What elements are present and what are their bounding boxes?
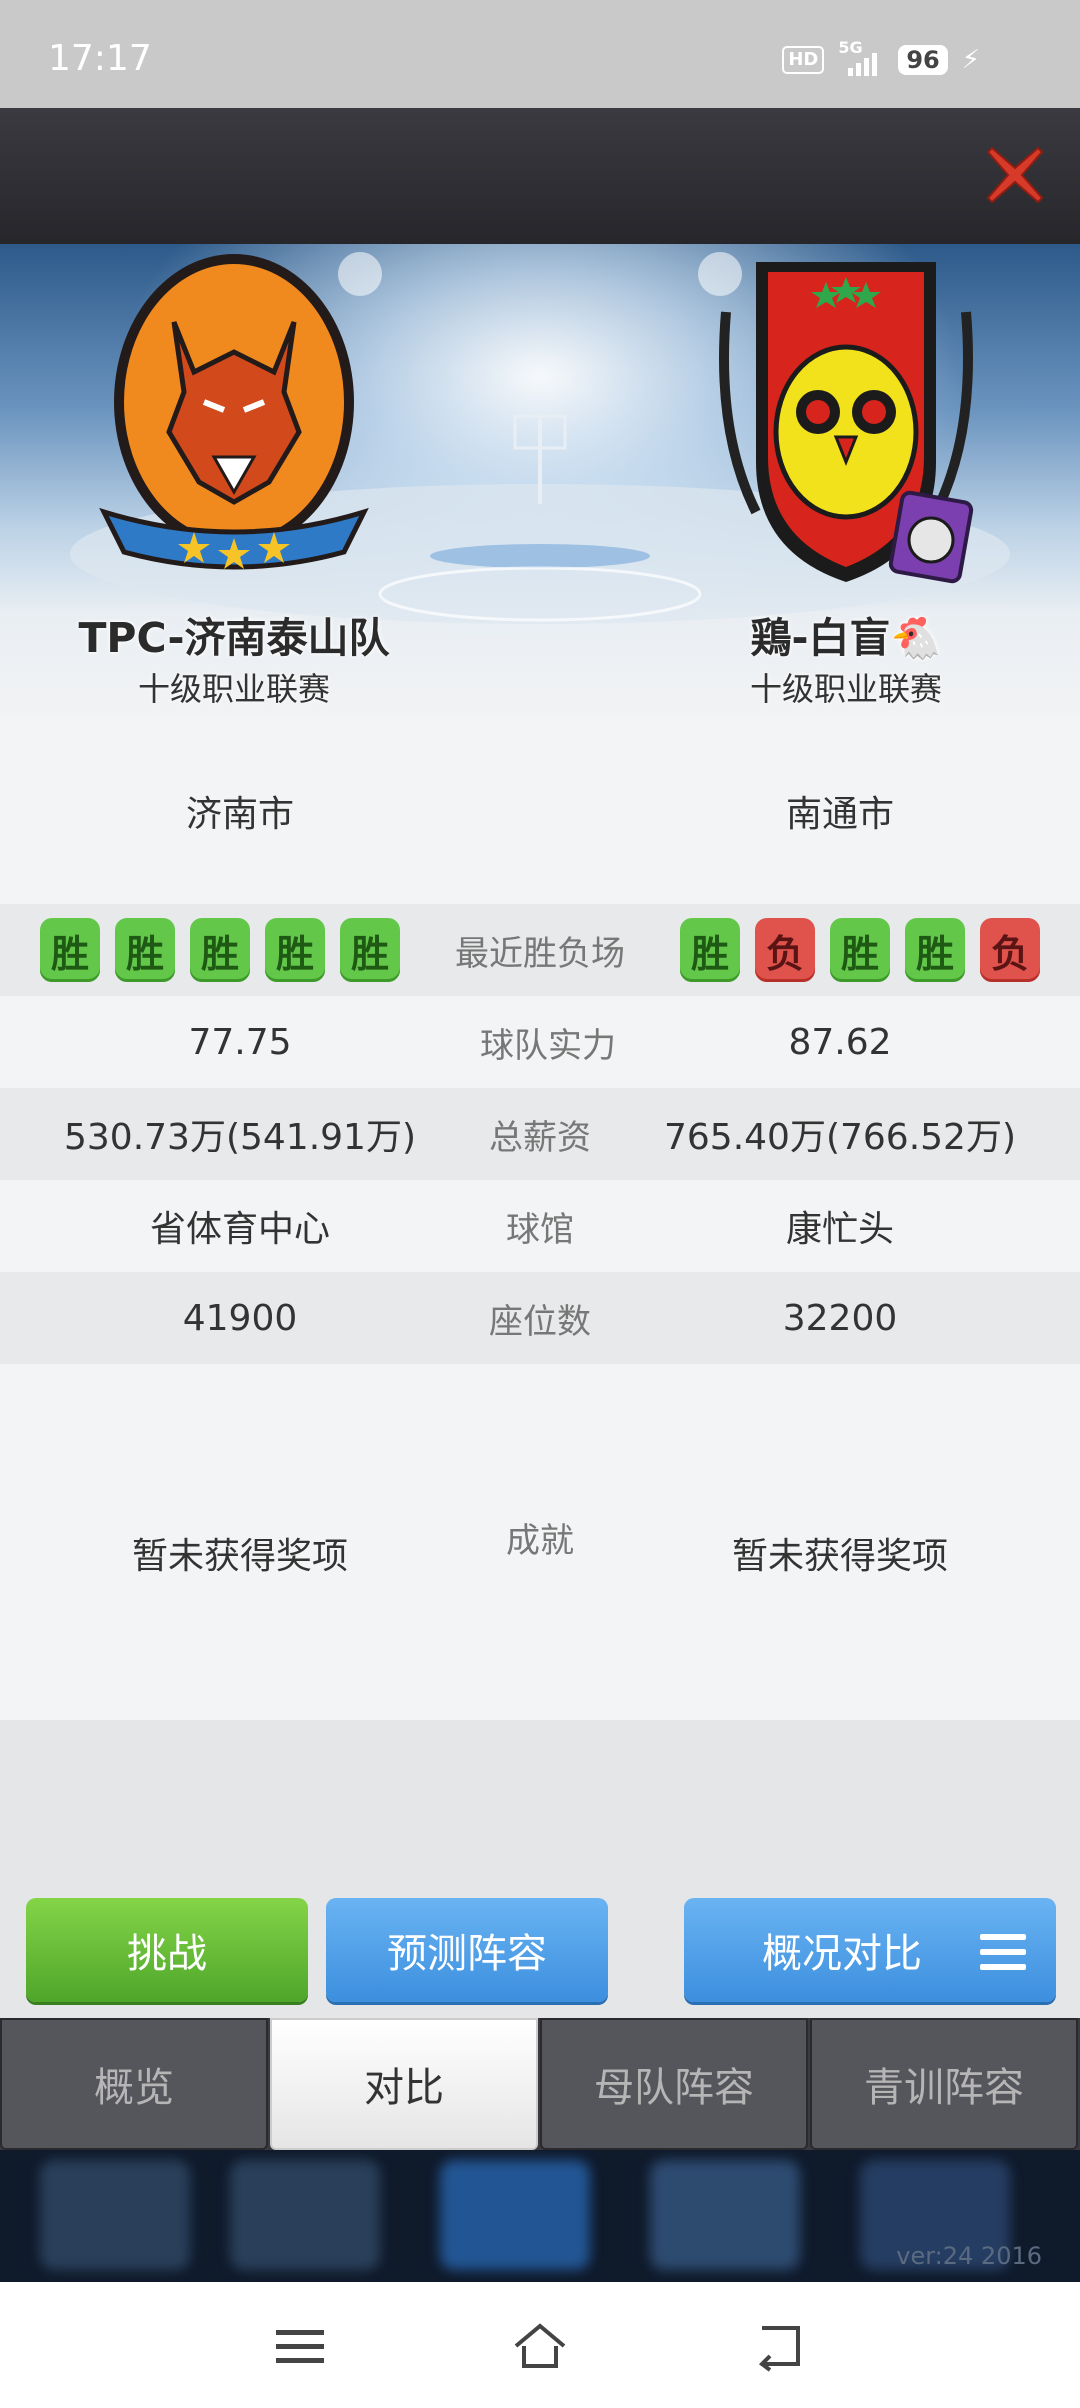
- team-left-league: 十级职业联赛: [137, 670, 330, 708]
- city-right: 南通市: [785, 794, 894, 835]
- result-win-badge: 胜: [40, 918, 100, 982]
- arena-right: 康忙头: [785, 1209, 894, 1250]
- result-win-badge: 胜: [680, 918, 740, 982]
- team-left-name: TPC-济南泰山队: [78, 614, 390, 662]
- row-seats: 41900 座位数 32200: [0, 1272, 1080, 1364]
- team-banner: TPC-济南泰山队 十级职业联赛 鶏-白盲🐔 十级职业联赛: [0, 244, 1080, 718]
- dialog-header: [0, 108, 1080, 244]
- blurred-nav-icon: [230, 2160, 380, 2270]
- result-win-badge: 胜: [340, 918, 400, 982]
- hd-icon: HD: [782, 46, 825, 74]
- seats-label: 座位数: [489, 1301, 591, 1342]
- salary-left: 530.73万(541.91万): [63, 1117, 417, 1158]
- seats-right: 32200: [782, 1297, 898, 1339]
- recent-results-left: 胜胜胜胜胜: [0, 918, 440, 982]
- back-icon[interactable]: [752, 2320, 808, 2372]
- blurred-nav-icon: [650, 2160, 800, 2270]
- team-right-name: 鶏-白盲🐔: [750, 614, 942, 662]
- wolf-logo-icon: [99, 254, 369, 570]
- team-left: TPC-济南泰山队 十级职业联赛: [14, 244, 454, 718]
- arena-label: 球馆: [506, 1209, 574, 1250]
- owl-logo-icon: [719, 262, 974, 584]
- strength-right: 87.62: [788, 1021, 892, 1063]
- tab-bar: 概览 对比 母队阵容 青训阵容: [0, 2018, 1080, 2150]
- close-icon[interactable]: [984, 144, 1046, 206]
- row-strength: 77.75 球队实力 87.62: [0, 996, 1080, 1088]
- team-right: 鶏-白盲🐔 十级职业联赛: [626, 244, 1066, 718]
- result-win-badge: 胜: [115, 918, 175, 982]
- tab-youth-roster[interactable]: 青训阵容: [810, 2018, 1078, 2150]
- row-salary: 530.73万(541.91万) 总薪资 765.40万(766.52万): [0, 1088, 1080, 1180]
- achievements-left: 暂未获得奖项: [131, 1536, 348, 1577]
- menu-icon: [980, 1934, 1026, 1970]
- result-win-badge: 胜: [190, 918, 250, 982]
- result-win-badge: 胜: [265, 918, 325, 982]
- signal-icon: 5G: [838, 38, 884, 76]
- blurred-nav-icon: [40, 2160, 190, 2270]
- tab-main-roster[interactable]: 母队阵容: [540, 2018, 808, 2150]
- challenge-button[interactable]: 挑战: [26, 1898, 308, 2002]
- result-win-badge: 胜: [905, 918, 965, 982]
- overview-compare-button[interactable]: 概况对比: [684, 1898, 1056, 2002]
- tab-compare[interactable]: 对比: [270, 2018, 538, 2150]
- achievements-right: 暂未获得奖项: [731, 1536, 948, 1577]
- predict-lineup-button[interactable]: 预测阵容: [326, 1898, 608, 2002]
- arena-left: 省体育中心: [149, 1209, 330, 1250]
- row-recent-results: 胜胜胜胜胜 最近胜负场 胜负胜胜负: [0, 904, 1080, 996]
- status-icons: HD 5G 96 ⚡: [782, 38, 980, 76]
- salary-label: 总薪资: [489, 1117, 591, 1158]
- background-app-nav: ver:24 2016: [0, 2150, 1080, 2282]
- version-label: ver:24 2016: [896, 2242, 1042, 2270]
- salary-right: 765.40万(766.52万): [663, 1117, 1017, 1158]
- result-win-badge: 胜: [830, 918, 890, 982]
- status-bar: 17:17 HD 5G 96 ⚡: [0, 0, 1080, 108]
- result-loss-badge: 负: [980, 918, 1040, 982]
- menu-icon[interactable]: [272, 2320, 328, 2372]
- city-left: 济南市: [185, 794, 294, 835]
- recent-results-right: 胜负胜胜负: [640, 918, 1080, 982]
- home-icon[interactable]: [512, 2320, 568, 2372]
- battery-icon: 96: [898, 45, 948, 75]
- strength-label: 球队实力: [480, 1025, 616, 1066]
- recent-results-label: 最近胜负场: [455, 933, 625, 974]
- achievements-label: 成就: [506, 1520, 574, 1561]
- row-achievements: 暂未获得奖项 成就 暂未获得奖项: [0, 1364, 1080, 1720]
- system-nav-bar: [0, 2282, 1080, 2408]
- row-city: 济南市 南通市: [0, 718, 1080, 904]
- blurred-nav-icon: [440, 2160, 590, 2270]
- charging-icon: ⚡: [961, 45, 980, 75]
- seats-left: 41900: [182, 1297, 298, 1339]
- status-time: 17:17: [48, 38, 152, 79]
- team-right-league: 十级职业联赛: [749, 670, 942, 708]
- strength-left: 77.75: [188, 1021, 292, 1063]
- overview-compare-label: 概况对比: [762, 1931, 922, 1977]
- result-loss-badge: 负: [755, 918, 815, 982]
- tab-overview[interactable]: 概览: [0, 2018, 268, 2150]
- row-arena: 省体育中心 球馆 康忙头: [0, 1180, 1080, 1272]
